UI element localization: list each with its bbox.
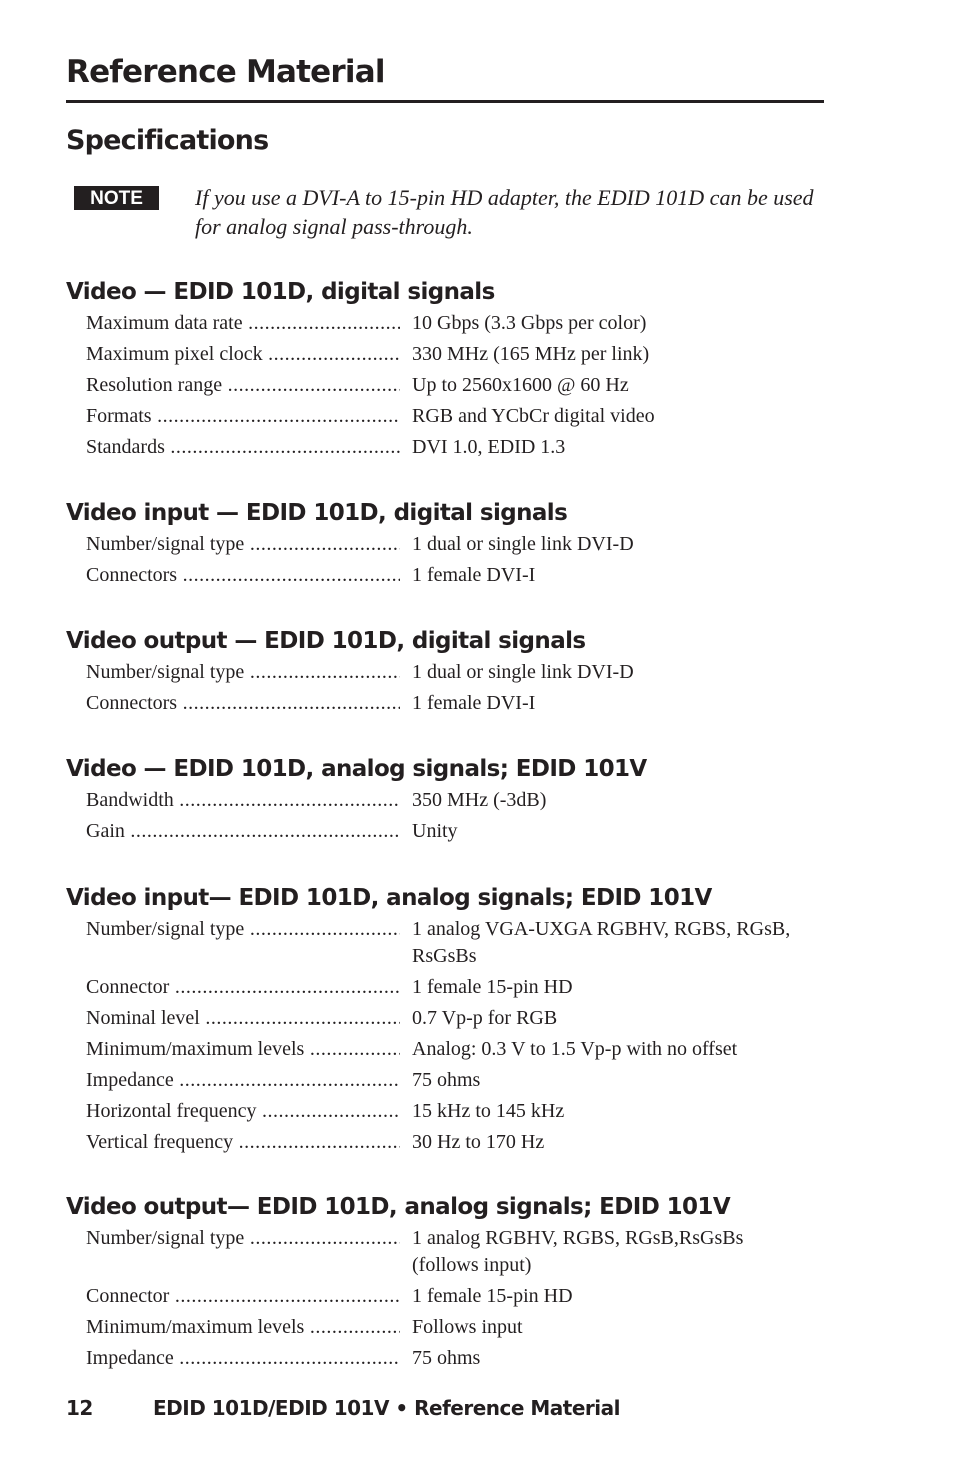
running-title: EDID 101D/EDID 101V • Reference Material <box>153 1396 621 1420</box>
spec-label: Bandwidth <box>86 785 400 816</box>
spec-value: 1 analog RGBHV, RGBS, RGsB,RsGsBs (follo… <box>412 1227 744 1276</box>
spec-row: Maximum pixel clock 330 MHz (165 MHz per … <box>66 339 655 370</box>
spec-label: Formats <box>86 401 400 432</box>
spec-label: Number/signal type <box>86 914 400 945</box>
spec-row: Impedance 75 ohms <box>66 1065 812 1096</box>
spec-label: Nominal level <box>86 1003 400 1034</box>
section-heading: Specifications <box>66 125 269 156</box>
spec-value: 75 ohms <box>412 1347 481 1369</box>
spec-row: Standards DVI 1.0, EDID 1.3 <box>66 432 655 463</box>
spec-value: 30 Hz to 170 Hz <box>412 1131 545 1153</box>
spec-value: 0.7 Vp-p for RGB <box>412 1007 558 1029</box>
spec-value: 330 MHz (165 MHz per link) <box>412 343 650 365</box>
spec-value: RGB and YCbCr digital video <box>412 405 655 427</box>
spec-section-title: Video input— EDID 101D, analog signals; … <box>66 885 712 911</box>
spec-row: Formats RGB and YCbCr digital video <box>66 401 655 432</box>
spec-row: Bandwidth 350 MHz (-3dB) <box>66 785 647 816</box>
spec-label: Connector <box>86 1281 400 1312</box>
spec-label: Connectors <box>86 688 400 719</box>
spec-row: Connectors 1 female DVI-I <box>66 560 634 591</box>
spec-row: Connector 1 female 15-pin HD <box>66 972 812 1003</box>
page-number: 12 <box>66 1396 93 1420</box>
spec-row: Maximum data rate 10 Gbps (3.3 Gbps per c… <box>66 308 655 339</box>
spec-section-video-input-digital: Video input — EDID 101D, digital signals… <box>66 498 634 591</box>
spec-section-title: Video output — EDID 101D, digital signal… <box>66 628 586 654</box>
spec-label: Maximum pixel clock <box>86 339 400 370</box>
spec-value: 75 ohms <box>412 1069 481 1091</box>
spec-value: Analog: 0.3 V to 1.5 Vp-p with no offset <box>412 1038 738 1060</box>
spec-section-title: Video — EDID 101D, digital signals <box>66 279 495 305</box>
spec-section-video-digital: Video — EDID 101D, digital signals Maxim… <box>66 277 655 463</box>
spec-section-video-analog: Video — EDID 101D, analog signals; EDID … <box>66 754 647 847</box>
page-title: Reference Material <box>66 54 385 90</box>
spec-label: Connectors <box>86 560 400 591</box>
spec-label: Impedance <box>86 1343 400 1374</box>
note-text: If you use a DVI-A to 15-pin HD adapter,… <box>195 185 814 239</box>
spec-row: Minimum/maximum levels Analog: 0.3 V to 1… <box>66 1034 812 1065</box>
spec-label: Minimum/maximum levels <box>86 1312 400 1343</box>
spec-value: 10 Gbps (3.3 Gbps per color) <box>412 312 647 334</box>
spec-value: Unity <box>412 820 458 842</box>
spec-row: Connectors 1 female DVI-I <box>66 688 634 719</box>
spec-label: Maximum data rate <box>86 308 400 339</box>
spec-row: Impedance 75 ohms <box>66 1343 802 1374</box>
spec-value: DVI 1.0, EDID 1.3 <box>412 436 566 458</box>
spec-value: 1 analog VGA-UXGA RGBHV, RGBS, RGsB, RsG… <box>412 918 791 967</box>
spec-value: 1 dual or single link DVI-D <box>412 661 634 683</box>
note-badge: NOTE <box>74 186 159 210</box>
spec-label: Number/signal type <box>86 1223 400 1254</box>
spec-section-title: Video — EDID 101D, analog signals; EDID … <box>66 756 647 782</box>
spec-label: Gain <box>86 816 400 847</box>
spec-label: Number/signal type <box>86 657 400 688</box>
spec-section-video-output-digital: Video output — EDID 101D, digital signal… <box>66 626 634 719</box>
spec-value: 15 kHz to 145 kHz <box>412 1100 565 1122</box>
spec-row: Connector 1 female 15-pin HD <box>66 1281 802 1312</box>
spec-value: 350 MHz (-3dB) <box>412 789 547 811</box>
spec-row: Horizontal frequency 15 kHz to 145 kHz <box>66 1096 812 1127</box>
spec-row: Resolution range Up to 2560x1600 @ 60 Hz <box>66 370 655 401</box>
spec-section-video-output-analog: Video output— EDID 101D, analog signals;… <box>66 1192 802 1374</box>
spec-value: 1 female 15-pin HD <box>412 976 573 998</box>
spec-row: Number/signal type 1 analog VGA-UXGA RGBH… <box>66 914 812 972</box>
title-rule <box>66 100 824 103</box>
spec-row: Number/signal type 1 dual or single link … <box>66 657 634 688</box>
spec-label: Impedance <box>86 1065 400 1096</box>
spec-label: Vertical frequency <box>86 1127 400 1158</box>
spec-row: Number/signal type 1 dual or single link … <box>66 529 634 560</box>
spec-row: Gain Unity <box>66 816 647 847</box>
spec-label: Standards <box>86 432 400 463</box>
spec-row: Nominal level 0.7 Vp-p for RGB <box>66 1003 812 1034</box>
spec-row: Minimum/maximum levels Follows input <box>66 1312 802 1343</box>
spec-label: Resolution range <box>86 370 400 401</box>
spec-section-title: Video input — EDID 101D, digital signals <box>66 500 568 526</box>
spec-row: Vertical frequency 30 Hz to 170 Hz <box>66 1127 812 1158</box>
spec-value: 1 female DVI-I <box>412 692 536 714</box>
spec-section-video-input-analog: Video input— EDID 101D, analog signals; … <box>66 883 812 1158</box>
document-page: Reference Material Specifications NOTE I… <box>0 0 954 1475</box>
spec-value: Follows input <box>412 1316 523 1338</box>
spec-label: Horizontal frequency <box>86 1096 400 1127</box>
spec-label: Connector <box>86 972 400 1003</box>
spec-section-title: Video output— EDID 101D, analog signals;… <box>66 1194 731 1220</box>
spec-value: 1 female DVI-I <box>412 564 536 586</box>
spec-label: Number/signal type <box>86 529 400 560</box>
page-footer: 12 EDID 101D/EDID 101V • Reference Materi… <box>66 1396 621 1420</box>
spec-value: 1 dual or single link DVI-D <box>412 533 634 555</box>
spec-label: Minimum/maximum levels <box>86 1034 400 1065</box>
spec-value: Up to 2560x1600 @ 60 Hz <box>412 374 629 396</box>
spec-row: Number/signal type 1 analog RGBHV, RGBS, … <box>66 1223 802 1281</box>
spec-value: 1 female 15-pin HD <box>412 1285 573 1307</box>
